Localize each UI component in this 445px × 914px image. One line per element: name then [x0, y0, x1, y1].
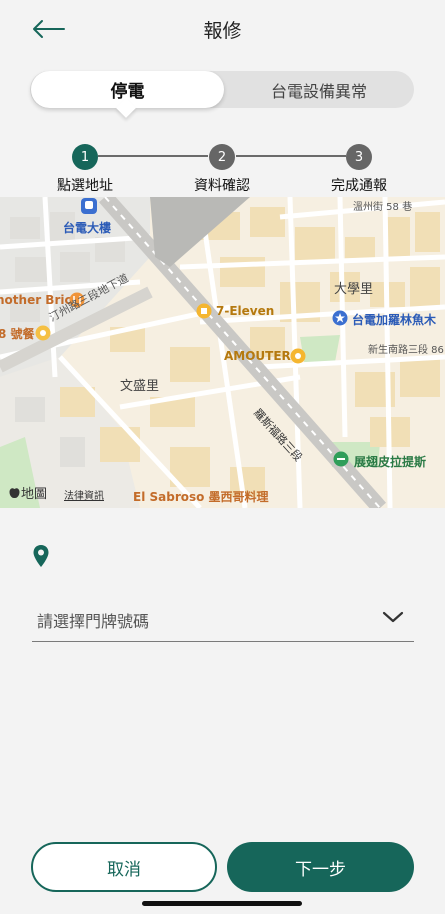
map-label-wenshengli: 文盛里: [120, 379, 160, 394]
address-number-select[interactable]: 請選擇門牌號碼: [32, 598, 414, 642]
step-connector-2: [236, 155, 346, 157]
apple-maps-logo: 地圖: [9, 483, 47, 502]
location-pin-icon: [33, 545, 49, 567]
step-2-label: 資料確認: [194, 178, 250, 194]
map-label-zhanchi-pilates: 展翅皮拉提斯: [354, 455, 427, 469]
tab-power-outage-label: 停電: [110, 82, 145, 102]
map-label-xinsheng-road: 新生南路三段 86 巷: [368, 345, 445, 356]
step-1-circle: 1: [72, 144, 98, 170]
header: 報修: [0, 0, 445, 58]
tab-equipment-abnormal[interactable]: 台電設備異常: [224, 71, 414, 108]
food-icon[interactable]: [35, 325, 51, 341]
metro-icon[interactable]: [80, 197, 98, 215]
landmark-star-icon[interactable]: [332, 310, 348, 326]
step-3-label: 完成通報: [331, 178, 387, 194]
next-step-button[interactable]: 下一步: [227, 842, 414, 892]
chevron-down-icon: [382, 611, 404, 623]
map-label-taipower-fish-tree: 台電加羅林魚木: [352, 313, 437, 327]
apple-logo-icon: [9, 488, 20, 499]
page-title: 報修: [203, 20, 242, 42]
home-indicator: [142, 901, 302, 906]
map-label-wenzhou-street: 溫州街 58 巷: [353, 202, 413, 213]
map-label-daxueli: 大學里: [334, 282, 374, 297]
address-select-placeholder: 請選擇門牌號碼: [37, 612, 150, 631]
tab-power-outage[interactable]: 停電: [31, 71, 224, 108]
map-label-shop-8: 8 號餐: [0, 327, 35, 341]
fitness-icon[interactable]: [333, 451, 349, 467]
convenience-store-icon[interactable]: [196, 303, 212, 319]
shop-icon[interactable]: [290, 348, 306, 364]
step-1-label: 點選地址: [57, 178, 113, 194]
step-2-circle: 2: [209, 144, 235, 170]
cancel-button[interactable]: 取消: [31, 842, 217, 892]
apple-maps-text: 地圖: [21, 487, 48, 502]
map-label-el-sabroso: El Sabroso 墨西哥料理: [133, 490, 269, 504]
map-view[interactable]: 台電大樓 nother Brick 8 號餐 汀州路三段地下道 7-Eleven…: [0, 197, 445, 508]
step-connector-1: [98, 155, 208, 157]
map-label-seven-eleven: 7-Eleven: [216, 304, 275, 318]
segmented-control: 停電 台電設備異常: [30, 71, 414, 108]
map-label-taipower-building: 台電大樓: [63, 221, 112, 235]
map-legal-link[interactable]: 法律資訊: [64, 487, 104, 502]
step-3-circle: 3: [346, 144, 372, 170]
map-label-amouter: AMOUTER: [224, 349, 291, 363]
